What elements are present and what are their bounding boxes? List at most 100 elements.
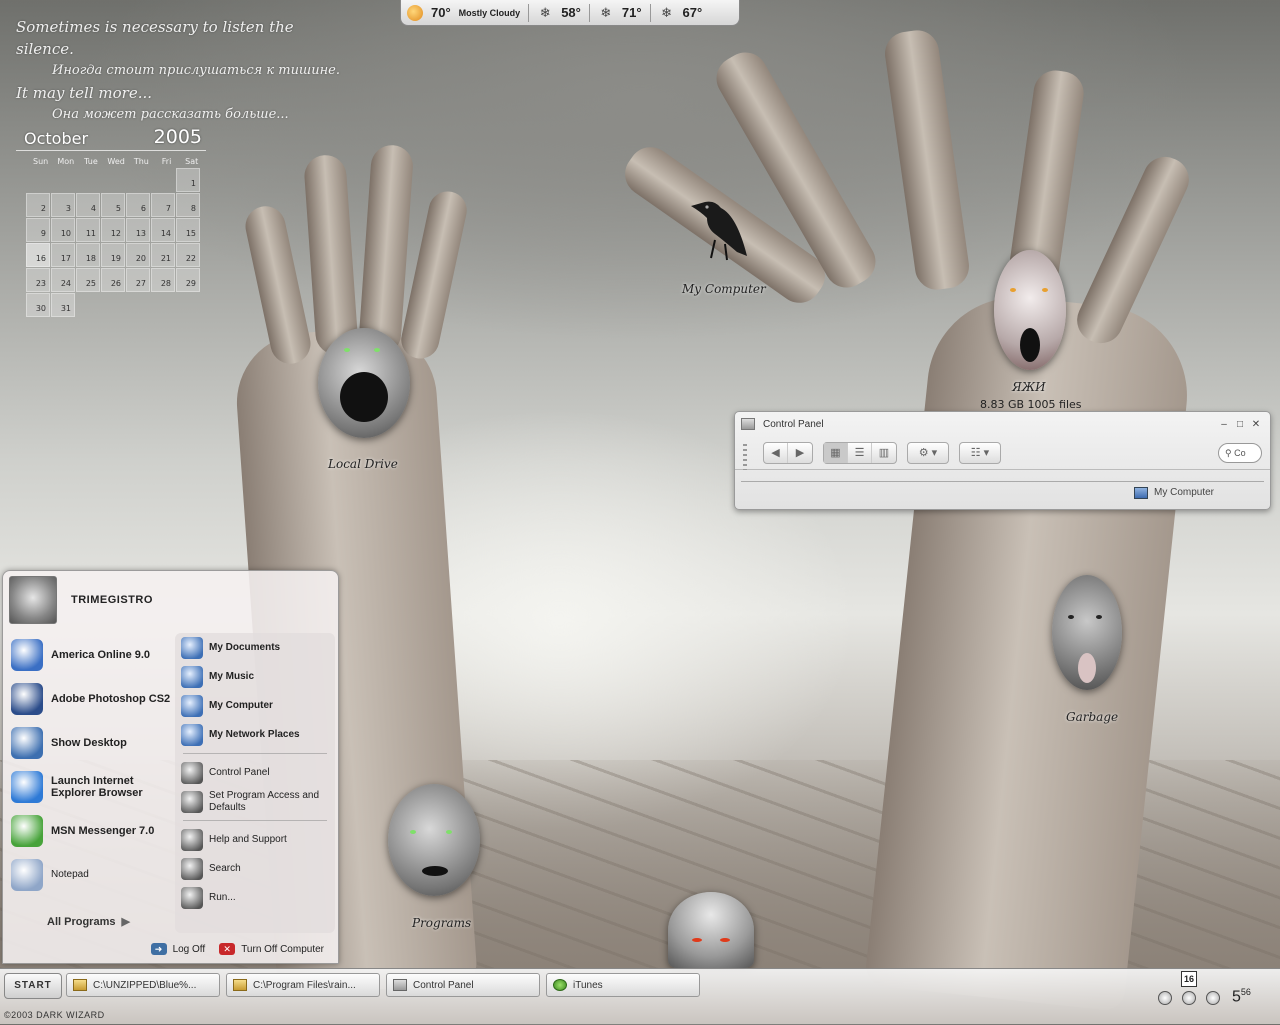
calendar-day[interactable]: 28 bbox=[151, 268, 175, 292]
calendar-day[interactable]: 8 bbox=[176, 193, 200, 217]
desktop-icon-my-computer[interactable]: My Computer bbox=[670, 188, 770, 298]
program-icon bbox=[11, 639, 43, 671]
calendar-day[interactable]: 22 bbox=[176, 243, 200, 267]
calendar-day[interactable]: 7 bbox=[151, 193, 175, 217]
taskbar-item[interactable]: Control Panel bbox=[386, 973, 540, 997]
calendar-day[interactable]: 17 bbox=[51, 243, 75, 267]
window-titlebar[interactable]: Control Panel – □ ✕ bbox=[735, 412, 1270, 436]
calendar-day[interactable]: 6 bbox=[126, 193, 150, 217]
calendar-day[interactable]: 1 bbox=[176, 168, 200, 192]
start-menu: TRIMEGISTRO America Online 9.0 Adobe Phot… bbox=[2, 570, 339, 964]
calendar-day[interactable]: 21 bbox=[151, 243, 175, 267]
all-programs-button[interactable]: All Programs ▶ bbox=[47, 915, 130, 928]
start-menu-place-item[interactable]: My Music bbox=[175, 662, 335, 691]
place-label: My Network Places bbox=[209, 728, 300, 740]
weekday-label: Mon bbox=[57, 157, 75, 166]
raven-icon bbox=[685, 194, 755, 264]
calendar-day[interactable]: 23 bbox=[26, 268, 50, 292]
desktop-icon-local-drive[interactable]: Local Drive bbox=[300, 320, 430, 480]
calendar-day[interactable]: 9 bbox=[26, 218, 50, 242]
control-panel-window[interactable]: Control Panel – □ ✕ ◀ ▶ ▦ ☰ ▥ ⚙ ▾ ☷ ▾ ⚲ … bbox=[734, 411, 1271, 510]
divider bbox=[588, 3, 590, 22]
action-menu[interactable]: ⚙ ▾ bbox=[907, 441, 949, 464]
calendar-day[interactable]: 30 bbox=[26, 293, 50, 317]
back-arrow-icon[interactable]: ◀ bbox=[764, 442, 788, 463]
network-icon[interactable] bbox=[1182, 991, 1196, 1005]
calendar-day[interactable]: 15 bbox=[176, 218, 200, 242]
calendar-day[interactable]: 3 bbox=[51, 193, 75, 217]
calendar-day[interactable]: 25 bbox=[76, 268, 100, 292]
calendar-day[interactable]: 12 bbox=[101, 218, 125, 242]
icons-view-icon[interactable]: ▦ bbox=[824, 442, 848, 463]
columns-view-icon[interactable]: ▥ bbox=[872, 443, 896, 463]
calendar-day[interactable]: 14 bbox=[151, 218, 175, 242]
start-menu-place-item[interactable]: Control Panel bbox=[175, 758, 335, 787]
pinned-program-item[interactable]: Launch Internet Explorer Browser bbox=[3, 765, 173, 809]
pinned-program-item[interactable]: Adobe Photoshop CS2 bbox=[3, 677, 173, 721]
calendar-day[interactable]: 29 bbox=[176, 268, 200, 292]
calendar-day[interactable]: 26 bbox=[101, 268, 125, 292]
start-menu-place-item[interactable]: Search bbox=[175, 854, 335, 883]
taskbar-item[interactable]: iTunes bbox=[546, 973, 700, 997]
start-menu-place-item[interactable]: Set Program Access and Defaults bbox=[175, 787, 335, 816]
maximize-button[interactable]: □ bbox=[1232, 419, 1248, 430]
list-view-icon[interactable]: ☰ bbox=[848, 442, 872, 463]
start-menu-place-item[interactable]: Help and Support bbox=[175, 825, 335, 854]
start-menu-place-item[interactable]: My Network Places bbox=[175, 720, 335, 749]
arrange-menu[interactable]: ☷ ▾ bbox=[959, 441, 1001, 464]
calendar-day[interactable]: 5 bbox=[101, 193, 125, 217]
arrange-icon[interactable]: ☷ ▾ bbox=[960, 443, 1000, 463]
tray-app-icon[interactable] bbox=[1206, 991, 1220, 1005]
close-button[interactable]: ✕ bbox=[1248, 419, 1264, 430]
log-off-button[interactable]: ➜ Log Off bbox=[150, 943, 205, 955]
calendar-day[interactable]: 20 bbox=[126, 243, 150, 267]
calendar-day[interactable]: 19 bbox=[101, 243, 125, 267]
minimize-button[interactable]: – bbox=[1216, 419, 1232, 430]
calendar-month: October bbox=[24, 129, 89, 148]
pinned-program-item[interactable]: America Online 9.0 bbox=[3, 633, 173, 677]
volume-icon[interactable] bbox=[1158, 991, 1172, 1005]
taskbar-item-label: Control Panel bbox=[413, 979, 474, 991]
clock[interactable]: 556 bbox=[1232, 987, 1251, 1006]
place-icon bbox=[181, 665, 203, 688]
start-menu-place-item[interactable]: Run... bbox=[175, 883, 335, 912]
turn-off-button[interactable]: ✕ Turn Off Computer bbox=[219, 943, 324, 955]
desktop-icon-garbage[interactable]: Garbage bbox=[1040, 575, 1140, 735]
turn-off-label: Turn Off Computer bbox=[241, 943, 324, 955]
desktop-icon-drive[interactable]: ЯЖИ 8.83 GB 1005 files bbox=[960, 250, 1100, 415]
start-menu-place-item[interactable]: My Documents bbox=[175, 633, 335, 662]
calendar-day[interactable]: 2 bbox=[26, 193, 50, 217]
ghost-face-icon bbox=[994, 250, 1066, 370]
calendar-day[interactable]: 18 bbox=[76, 243, 100, 267]
calendar-day[interactable]: 16 bbox=[26, 243, 50, 267]
view-mode-group: ▦ ☰ ▥ bbox=[823, 441, 897, 464]
calendar-day[interactable]: 11 bbox=[76, 218, 100, 242]
search-input[interactable]: ⚲ Co bbox=[1218, 442, 1262, 463]
calendar-day[interactable]: 10 bbox=[51, 218, 75, 242]
window-toolbar: ◀ ▶ ▦ ☰ ▥ ⚙ ▾ ☷ ▾ ⚲ Co bbox=[735, 436, 1270, 470]
desktop-icon-label: ЯЖИ bbox=[1012, 380, 1046, 394]
taskbar-item[interactable]: C:\UNZIPPED\Blue%... bbox=[66, 973, 220, 997]
gear-icon[interactable]: ⚙ ▾ bbox=[908, 443, 948, 463]
toolbar-grip[interactable] bbox=[743, 444, 747, 470]
desktop-icon-programs[interactable]: Programs bbox=[380, 780, 500, 940]
calendar-empty-cell bbox=[101, 168, 125, 192]
calendar-day[interactable]: 31 bbox=[51, 293, 75, 317]
calendar-day[interactable]: 4 bbox=[76, 193, 100, 217]
start-button[interactable]: START bbox=[4, 973, 62, 999]
calendar-day[interactable]: 24 bbox=[51, 268, 75, 292]
forward-arrow-icon[interactable]: ▶ bbox=[788, 443, 812, 463]
pinned-program-item[interactable]: MSN Messenger 7.0 bbox=[3, 809, 173, 853]
taskbar-item-label: iTunes bbox=[573, 979, 603, 991]
pinned-program-item[interactable]: Show Desktop bbox=[3, 721, 173, 765]
start-menu-place-item[interactable]: My Computer bbox=[175, 691, 335, 720]
avatar[interactable] bbox=[9, 576, 57, 624]
divider bbox=[528, 3, 530, 22]
calendar-grid: 1 2 3 4 5 6 7 8 9 10 11 12 13 14 15 16 17 18 19 20 21 22 23 24 2… bbox=[26, 168, 206, 317]
weather-widget[interactable]: 70° Mostly Cloudy ❄ 58° ❄ 71° ❄ 67° bbox=[400, 0, 740, 26]
taskbar-item[interactable]: C:\Program Files\rain... bbox=[226, 973, 380, 997]
calendar-day[interactable]: 13 bbox=[126, 218, 150, 242]
pinned-program-item[interactable]: Notepad bbox=[3, 853, 173, 897]
calendar-day[interactable]: 27 bbox=[126, 268, 150, 292]
date-badge[interactable]: 16 bbox=[1181, 971, 1197, 987]
